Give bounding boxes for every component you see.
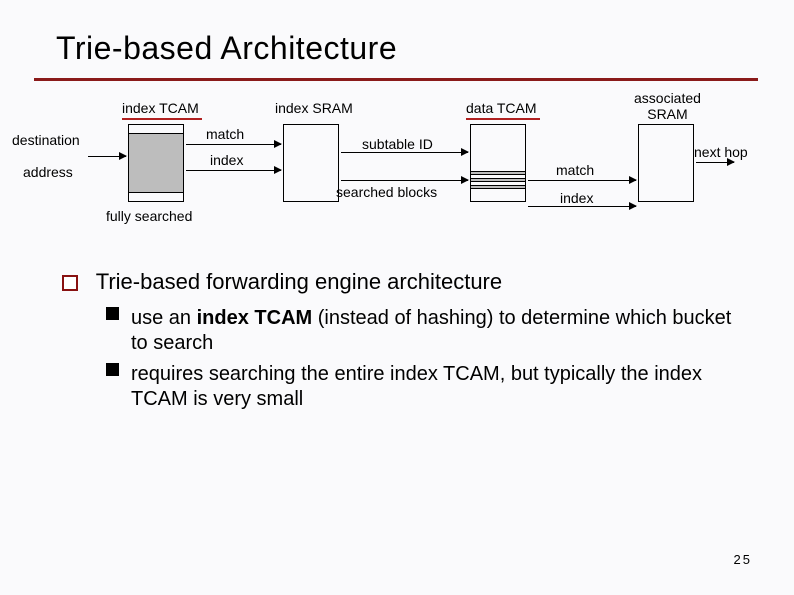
label-destination: destination <box>12 132 80 148</box>
box-data-tcam <box>470 124 526 202</box>
label-match1: match <box>206 126 244 142</box>
shade-row3 <box>471 185 525 189</box>
outline-heading-row: Trie-based forwarding engine architectur… <box>62 268 734 296</box>
shade-fully-searched <box>129 133 183 193</box>
shade-row2 <box>471 178 525 182</box>
label-associated-sram: associated SRAM <box>634 90 701 122</box>
page-number: 25 <box>734 552 752 567</box>
arrow-dest-to-tcam <box>88 156 126 157</box>
slide-title: Trie-based Architecture <box>56 30 397 67</box>
outline-item: requires searching the entire index TCAM… <box>106 362 734 412</box>
label-searched-blocks: searched blocks <box>336 184 437 200</box>
label-fully-searched: fully searched <box>106 208 192 224</box>
architecture-diagram: index TCAM index SRAM data TCAM associat… <box>40 100 754 240</box>
outline-item: use an index TCAM (instead of hashing) t… <box>106 306 734 356</box>
label-address: address <box>23 164 73 180</box>
bullet-fill-icon <box>106 363 119 376</box>
outline-content: Trie-based forwarding engine architectur… <box>62 268 734 418</box>
label-index-tcam: index TCAM <box>122 100 199 116</box>
arrow-subtable <box>341 152 468 153</box>
bullet-fill-icon <box>106 307 119 320</box>
box-index-sram <box>283 124 339 202</box>
bullet-outline-icon <box>62 275 78 291</box>
outline-heading: Trie-based forwarding engine architectur… <box>96 269 502 294</box>
arrow-index2 <box>528 206 636 207</box>
outline-item-text: requires searching the entire index TCAM… <box>131 362 734 412</box>
item-prefix: use an <box>131 307 197 329</box>
box-associated-sram <box>638 124 694 202</box>
label-data-tcam: data TCAM <box>466 100 537 116</box>
shade-row1 <box>471 171 525 175</box>
label-index2: index <box>560 190 593 206</box>
item-bold: index TCAM <box>197 307 313 329</box>
arrow-searched-blocks <box>341 180 468 181</box>
underline-data-tcam <box>466 118 540 120</box>
label-index-sram: index SRAM <box>275 100 353 116</box>
label-next-hop: next hop <box>694 144 748 160</box>
arrow-next-hop <box>696 162 734 163</box>
outline-item-text: use an index TCAM (instead of hashing) t… <box>131 306 734 356</box>
arrow-match2 <box>528 180 636 181</box>
label-index1: index <box>210 152 243 168</box>
underline-index-tcam <box>122 118 202 120</box>
arrow-match1 <box>186 144 281 145</box>
arrow-index1 <box>186 170 281 171</box>
title-underline <box>34 78 758 81</box>
item-suffix: requires searching the entire index TCAM… <box>131 363 702 410</box>
label-subtable-id: subtable ID <box>362 136 433 152</box>
box-index-tcam <box>128 124 184 202</box>
label-match2: match <box>556 162 594 178</box>
